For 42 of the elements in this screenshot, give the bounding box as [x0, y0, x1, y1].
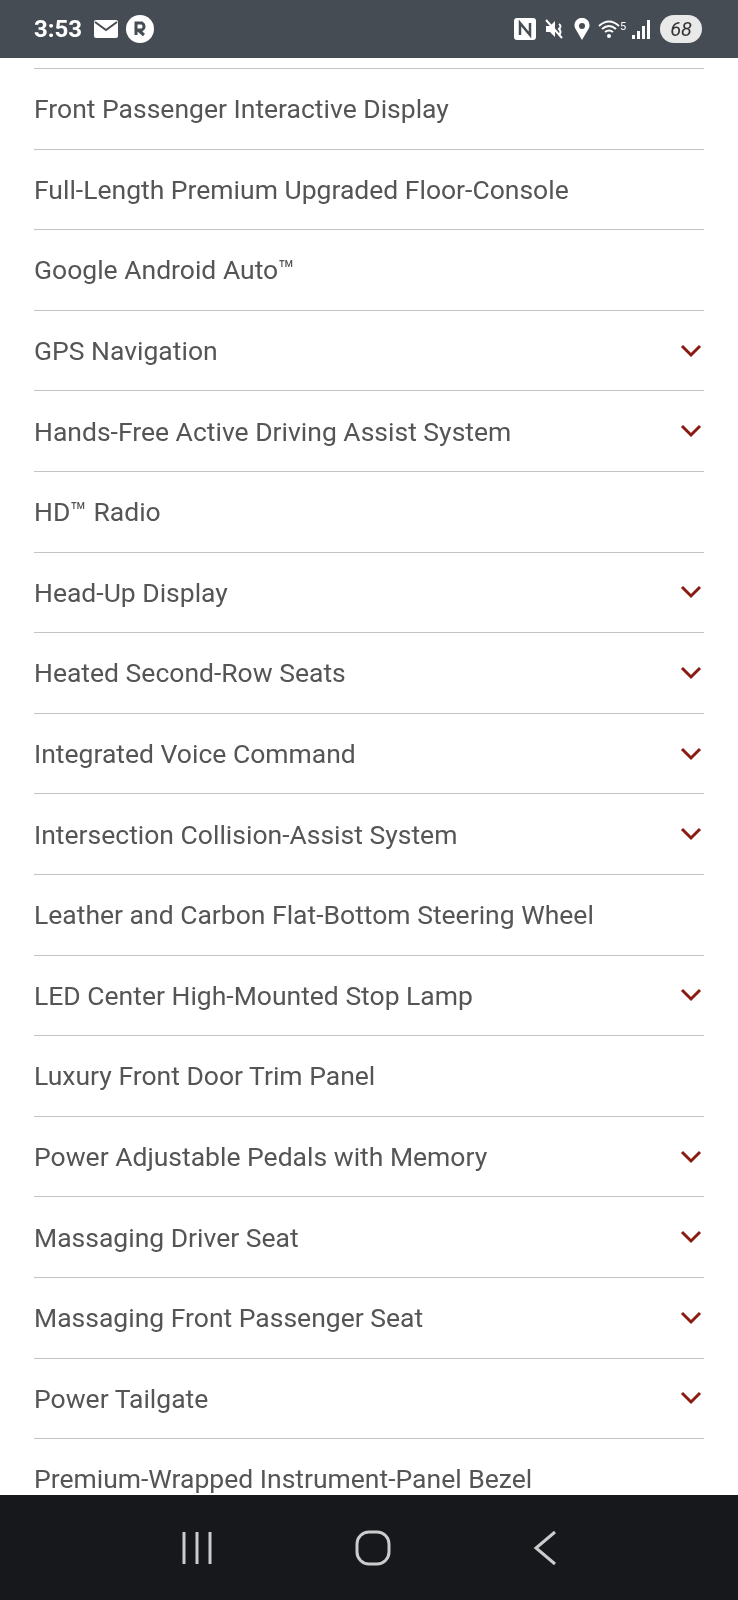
chevron-down-icon[interactable]: [680, 343, 702, 358]
mute-icon: [544, 18, 566, 40]
chevron-down-icon[interactable]: [680, 746, 702, 761]
back-icon[interactable]: [533, 1529, 557, 1566]
chevron-down-icon[interactable]: [680, 424, 702, 439]
feature-item[interactable]: HD™ Radio: [34, 496, 161, 528]
chevron-down-icon[interactable]: [680, 827, 702, 842]
feature-item[interactable]: Power Adjustable Pedals with Memory: [34, 1141, 488, 1172]
feature-item[interactable]: Full-Length Premium Upgraded Floor-Console: [34, 173, 569, 205]
chevron-down-icon[interactable]: [680, 1310, 702, 1325]
signal-icon: [632, 19, 653, 39]
feature-item[interactable]: Heated Second-Row Seats: [34, 657, 346, 689]
feature-item[interactable]: Google Android Auto™: [34, 254, 295, 286]
recent-apps-icon[interactable]: [181, 1530, 213, 1565]
wifi-label: 5: [620, 20, 627, 33]
chevron-down-icon[interactable]: [680, 1230, 702, 1245]
feature-item[interactable]: Intersection Collision-Assist System: [34, 818, 458, 850]
chevron-down-icon[interactable]: [680, 1149, 702, 1164]
feature-item[interactable]: Head-Up Display: [34, 576, 228, 608]
feature-item[interactable]: Premium-Wrapped Instrument-Panel Bezel: [34, 1463, 533, 1495]
feature-item[interactable]: LED Center High-Mounted Stop Lamp: [34, 979, 473, 1011]
feature-item[interactable]: Front Passenger Interactive Display: [34, 93, 449, 125]
feature-item[interactable]: Luxury Front Door Trim Panel: [34, 1060, 376, 1092]
feature-item[interactable]: Leather and Carbon Flat-Bottom Steering Wheel: [34, 899, 594, 931]
nfc-icon: [514, 18, 536, 40]
chevron-down-icon[interactable]: [680, 1391, 702, 1406]
wifi-icon: [598, 20, 620, 38]
home-icon[interactable]: [355, 1529, 391, 1566]
feature-item[interactable]: Massaging Front Passenger Seat: [34, 1302, 424, 1334]
feature-item[interactable]: Integrated Voice Command: [34, 738, 356, 770]
status-time: 3:53: [34, 15, 83, 43]
mail-icon: [94, 20, 119, 38]
chevron-down-icon[interactable]: [680, 988, 702, 1003]
app-badge-icon: [126, 15, 155, 43]
feature-item[interactable]: GPS Navigation: [34, 335, 218, 367]
location-icon: [574, 18, 590, 40]
feature-item[interactable]: Hands-Free Active Driving Assist System: [34, 415, 512, 447]
chevron-down-icon[interactable]: [680, 665, 702, 680]
feature-item[interactable]: Massaging Driver Seat: [34, 1221, 299, 1253]
chevron-down-icon[interactable]: [680, 585, 702, 600]
battery-indicator: 68: [660, 15, 702, 43]
feature-item[interactable]: Power Tailgate: [34, 1382, 209, 1414]
